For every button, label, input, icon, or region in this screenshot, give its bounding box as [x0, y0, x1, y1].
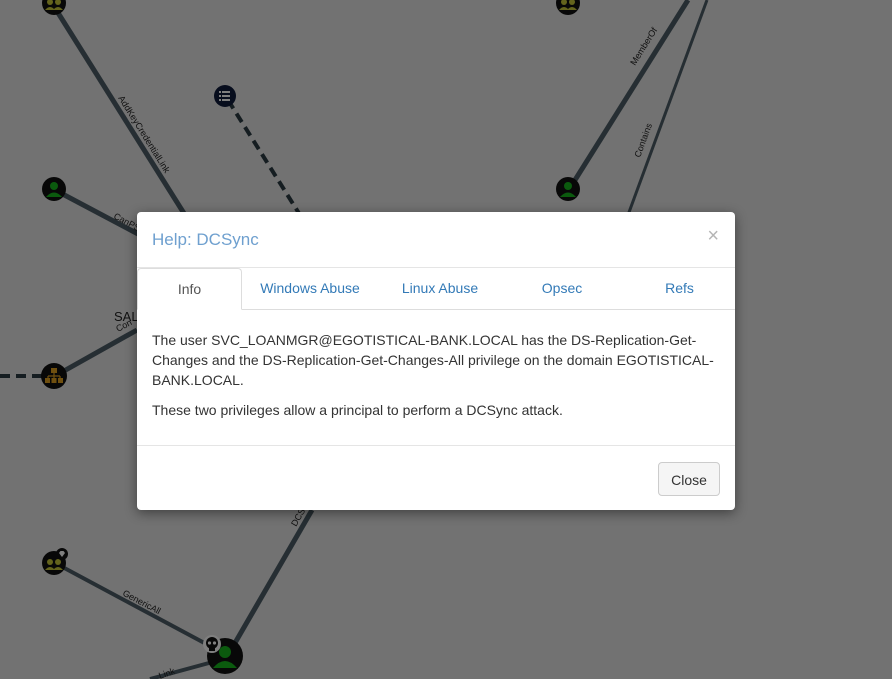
tab-refs[interactable]: Refs — [637, 268, 722, 310]
modal-tabs: Info Windows Abuse Linux Abuse Opsec Ref… — [137, 268, 735, 310]
close-icon[interactable]: × — [707, 226, 719, 246]
tab-windows-abuse[interactable]: Windows Abuse — [245, 268, 375, 310]
info-paragraph: These two privileges allow a principal t… — [152, 402, 563, 418]
modal-footer: Close — [137, 445, 735, 510]
info-paragraph: The user SVC_LOANMGR@EGOTISTICAL-BANK.LO… — [152, 332, 714, 388]
modal-title: Help: DCSync — [152, 230, 259, 249]
modal-header: Help: DCSync × — [137, 212, 735, 268]
modal-body: The user SVC_LOANMGR@EGOTISTICAL-BANK.LO… — [152, 330, 722, 430]
help-modal: Help: DCSync × Info Windows Abuse Linux … — [137, 212, 735, 510]
tab-info[interactable]: Info — [137, 268, 242, 310]
close-button[interactable]: Close — [658, 462, 720, 496]
tab-opsec[interactable]: Opsec — [517, 268, 607, 310]
tab-linux-abuse[interactable]: Linux Abuse — [382, 268, 498, 310]
